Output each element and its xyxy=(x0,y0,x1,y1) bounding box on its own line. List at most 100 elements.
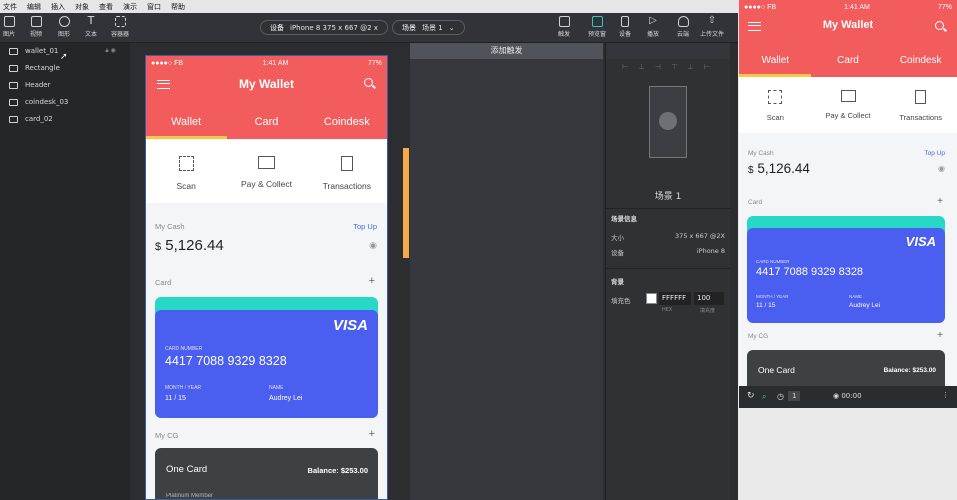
add-cg-button[interactable]: + xyxy=(369,428,375,440)
scene-name: 场景 1 xyxy=(654,192,682,202)
container-tool[interactable]: 容器器 xyxy=(108,16,132,38)
tab-card[interactable]: Card xyxy=(226,116,306,128)
card-number: 4417 7088 9329 8328 xyxy=(165,354,287,368)
pay-collect-button[interactable]: Pay & Collect xyxy=(812,90,885,122)
image-layer-icon xyxy=(9,81,18,89)
menu-insert[interactable]: 插入 xyxy=(51,2,65,12)
visa-card[interactable]: VISA CARD NUMBER 4417 7088 9329 8328 MON… xyxy=(155,310,378,418)
menu-edit[interactable]: 编辑 xyxy=(27,2,41,12)
preview-playbar: ↻ ⌕ ◷ 1 ◉ 00:00 ⋮ xyxy=(739,386,957,408)
tab-coindesk[interactable]: Coindesk xyxy=(307,116,387,128)
hex-input[interactable]: FFFFFF xyxy=(659,292,691,305)
search-icon[interactable] xyxy=(935,21,944,30)
tab-wallet[interactable]: Wallet xyxy=(739,55,812,66)
cloud-icon xyxy=(677,16,689,27)
inspect-icon[interactable]: ⌕ xyxy=(762,392,766,402)
video-tool[interactable]: 视频 xyxy=(24,16,48,38)
tab-wallet[interactable]: Wallet xyxy=(146,116,226,128)
eye-icon[interactable]: ◉ xyxy=(938,164,945,173)
tab-indicator xyxy=(146,136,227,139)
properties-panel: ⊢ ⊥ ⊣ ⊤ ⊥ ⊢ 场景 1 场景信息 大小 375 x 667 @2X 设备… xyxy=(605,43,730,500)
transactions-button[interactable]: Transactions xyxy=(307,156,387,191)
scene-selector[interactable]: 场景 场景 1 ⌄ xyxy=(392,20,465,35)
image-layer-icon xyxy=(9,47,18,55)
add-card-button[interactable]: + xyxy=(937,196,943,207)
mouse-cursor-icon: ➚ xyxy=(60,52,68,62)
barcode-icon xyxy=(257,156,275,169)
scan-button[interactable]: Scan xyxy=(739,90,812,122)
tab-card[interactable]: Card xyxy=(812,55,885,66)
align-icons[interactable]: ⊢ ⊥ ⊣ ⊤ ⊥ ⊢ xyxy=(606,63,730,75)
size-row: 大小 375 x 667 @2X xyxy=(611,232,725,242)
device-tool[interactable]: 设备 xyxy=(613,16,637,38)
shape-tool[interactable]: 图形 xyxy=(52,16,76,38)
tab-coindesk[interactable]: Coindesk xyxy=(884,55,957,66)
chevron-down-icon: ⌄ xyxy=(448,23,455,32)
add-trigger-button[interactable]: 添加触发 xyxy=(410,43,603,59)
container-icon xyxy=(114,16,126,27)
play-icon: ▷ xyxy=(649,15,657,26)
trigger-tool[interactable]: 触发 xyxy=(552,16,576,38)
one-card[interactable]: One Card Balance: $253.00 Platinum Membe… xyxy=(155,448,378,499)
text-tool[interactable]: T 文本 xyxy=(79,14,103,38)
search-icon[interactable] xyxy=(364,78,373,87)
canvas-phone-artboard[interactable]: ●●●●○ FB 1:41 AM 77% My Wallet Wallet Ca… xyxy=(145,55,388,500)
quick-actions-row: Scan Pay & Collect Transactions xyxy=(146,156,387,191)
menu-object[interactable]: 对象 xyxy=(75,2,89,12)
image-tool[interactable]: 图片 xyxy=(0,16,21,38)
top-up-link[interactable]: Top Up xyxy=(353,222,377,231)
reload-icon[interactable]: ↻ xyxy=(747,391,755,401)
device-row: 设备 iPhone 8 xyxy=(611,247,725,257)
timer-icon[interactable]: ◷ xyxy=(777,392,784,401)
toolbar: 图片 视频 图形 T 文本 容器器 设备 iPhone 8 375 x 667 @… xyxy=(0,13,738,43)
visa-card[interactable]: VISA CARD NUMBER 4417 7088 9329 8328 MON… xyxy=(747,228,945,323)
divider xyxy=(606,268,730,269)
menu-window[interactable]: 窗口 xyxy=(147,2,161,12)
background-heading: 背景 xyxy=(611,278,624,286)
cloud-tool[interactable]: 云端 xyxy=(671,16,695,38)
layer-item[interactable]: Header xyxy=(9,79,51,91)
lock-icon[interactable]: 🔒︎ ◉ xyxy=(105,47,115,55)
scene-thumbnail[interactable] xyxy=(649,86,687,158)
preview-status-bar: ●●●●○ FB 1:41 AM 77% xyxy=(739,0,957,14)
transactions-button[interactable]: Transactions xyxy=(884,90,957,122)
scan-icon xyxy=(768,90,783,104)
add-card-button[interactable]: + xyxy=(369,275,375,287)
menu-view[interactable]: 查看 xyxy=(99,2,113,12)
cash-amount: $ 5,126.44 xyxy=(748,161,810,176)
card-section-label: Card xyxy=(155,278,172,287)
playback-time: ◉ 00:00 xyxy=(833,392,862,400)
one-card[interactable]: One Card Balance: $253.00 xyxy=(747,350,945,386)
pay-collect-button[interactable]: Pay & Collect xyxy=(226,156,306,191)
text-icon: T xyxy=(87,14,95,27)
menu-bar: 文件 编辑 插入 对象 查看 演示 窗口 帮助 xyxy=(0,0,738,13)
opacity-input[interactable]: 100 xyxy=(694,292,724,305)
image-layer-icon xyxy=(9,64,18,72)
layer-item[interactable]: Rectangle xyxy=(9,62,60,74)
color-swatch[interactable] xyxy=(646,293,657,304)
play-tool[interactable]: ▷ 播放 xyxy=(641,15,665,39)
scan-icon xyxy=(178,156,194,171)
preview-header: My Wallet Wallet Card Coindesk xyxy=(739,14,957,77)
eye-icon[interactable]: ◉ xyxy=(369,240,377,251)
preview-phone[interactable]: ●●●●○ FB 1:41 AM 77% My Wallet Wallet Ca… xyxy=(739,0,957,386)
scan-button[interactable]: Scan xyxy=(146,156,226,191)
top-up-link[interactable]: Top Up xyxy=(924,150,945,157)
add-cg-button[interactable]: + xyxy=(937,330,943,341)
layer-item[interactable]: card_02 xyxy=(9,113,53,125)
barcode-icon xyxy=(840,90,856,102)
visa-logo: VISA xyxy=(332,317,368,334)
upload-tool[interactable]: ⇧ 上传文件 xyxy=(698,16,726,39)
app-header: My Wallet Wallet Card Coindesk xyxy=(146,70,387,139)
menu-help[interactable]: 帮助 xyxy=(171,2,185,12)
menu-present[interactable]: 演示 xyxy=(123,2,137,12)
shape-icon xyxy=(58,16,70,27)
document-icon xyxy=(915,90,927,104)
device-selector[interactable]: 设备 iPhone 8 375 x 667 @2 x xyxy=(260,20,388,35)
speed-select[interactable]: 1 xyxy=(788,391,801,401)
document-icon xyxy=(340,156,353,171)
layer-item[interactable]: coindesk_03 xyxy=(9,96,68,108)
preview-window-tool[interactable]: 预览窗 xyxy=(585,16,609,38)
more-icon[interactable]: ⋮ xyxy=(942,391,949,399)
menu-file[interactable]: 文件 xyxy=(3,2,17,12)
